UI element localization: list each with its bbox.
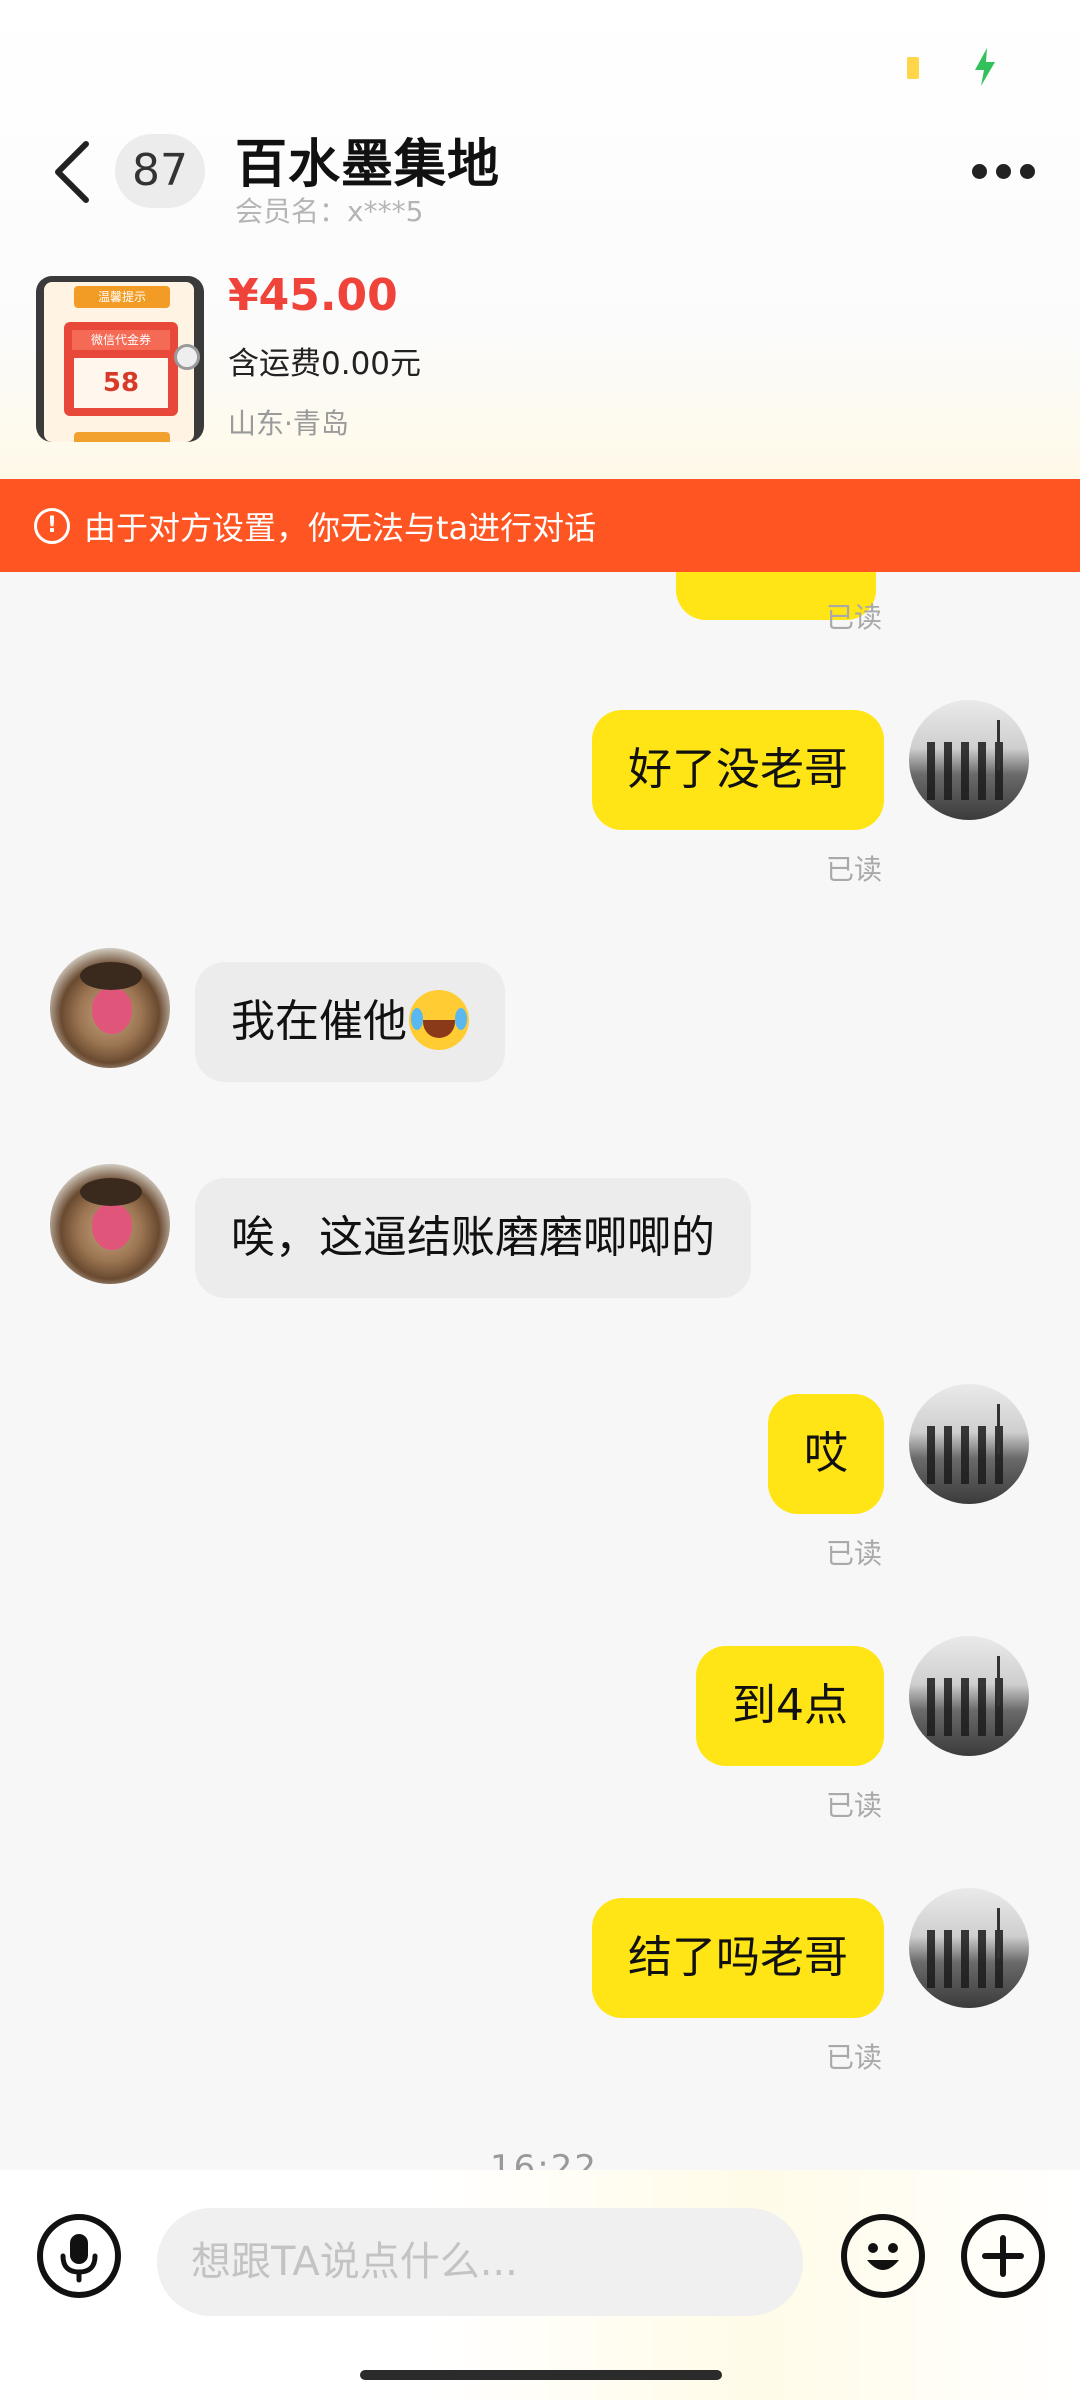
input-bar	[0, 2170, 1080, 2400]
chat-history[interactable]: 已读 好了没老哥 已读 我在催他 唉，这逼结账磨磨唧唧的 哎 已读 到4点 已读…	[0, 572, 1080, 2170]
thumbnail-coupon-title: 微信代金券	[72, 330, 170, 350]
read-status: 已读	[826, 853, 883, 886]
message-bubble-theirs[interactable]: 唉，这逼结账磨磨唧唧的	[195, 1178, 751, 1298]
message-bubble-mine[interactable]: 好了没老哥	[592, 710, 884, 830]
read-status: 已读	[826, 1789, 883, 1822]
shop-name-title[interactable]: 百水墨集地	[235, 122, 500, 197]
plus-icon[interactable]	[961, 2214, 1045, 2298]
thumbnail-coupon-value: 58	[74, 358, 168, 408]
header: 87 百水墨集地 会员名：x***5 温馨提示 微信代金券 58 ¥45.00 …	[0, 0, 1080, 478]
my-avatar[interactable]	[909, 1888, 1029, 2008]
emoji-smile-icon[interactable]	[841, 2214, 925, 2298]
status-bar	[0, 0, 1080, 120]
member-name-label: 会员名：x***5	[235, 195, 424, 228]
charging-icon	[975, 48, 995, 86]
unread-count-badge: 87	[115, 134, 205, 208]
more-dots-icon[interactable]	[968, 156, 1038, 186]
message-bubble-theirs[interactable]: 我在催他	[195, 962, 505, 1082]
back-chevron-icon[interactable]	[48, 138, 96, 206]
message-input[interactable]	[157, 2208, 803, 2316]
product-thumbnail[interactable]: 温馨提示 微信代金券 58	[36, 276, 204, 442]
read-status: 已读	[826, 2041, 883, 2074]
read-status: 已读	[826, 1537, 883, 1570]
message-bubble-mine[interactable]: 到4点	[696, 1646, 884, 1766]
microphone-icon[interactable]	[37, 2214, 121, 2298]
my-avatar[interactable]	[909, 1384, 1029, 1504]
thumbnail-overlay-icon	[174, 344, 200, 370]
thumbnail-ribbon: 温馨提示	[74, 286, 170, 308]
product-price: ¥45.00	[228, 270, 398, 321]
message-bubble-mine[interactable]: 结了吗老哥	[592, 1898, 884, 2018]
chat-blocked-banner: ! 由于对方设置，你无法与ta进行对话	[0, 479, 1080, 572]
time-divider: 16:22	[490, 2148, 598, 2170]
battery-icon	[907, 57, 919, 79]
home-indicator[interactable]	[360, 2370, 722, 2380]
message-bubble-mine[interactable]: 哎	[768, 1394, 884, 1514]
crying-laughing-emoji-icon	[409, 990, 469, 1050]
banner-text: 由于对方设置，你无法与ta进行对话	[84, 508, 597, 547]
read-status: 已读	[826, 601, 883, 634]
my-avatar[interactable]	[909, 700, 1029, 820]
shipping-fee: 含运费0.00元	[228, 346, 422, 382]
warning-icon: !	[34, 507, 70, 544]
contact-avatar[interactable]	[50, 1164, 170, 1284]
contact-avatar[interactable]	[50, 948, 170, 1068]
my-avatar[interactable]	[909, 1636, 1029, 1756]
seller-location: 山东·青岛	[228, 407, 349, 440]
message-text: 我在催他	[231, 996, 407, 1047]
